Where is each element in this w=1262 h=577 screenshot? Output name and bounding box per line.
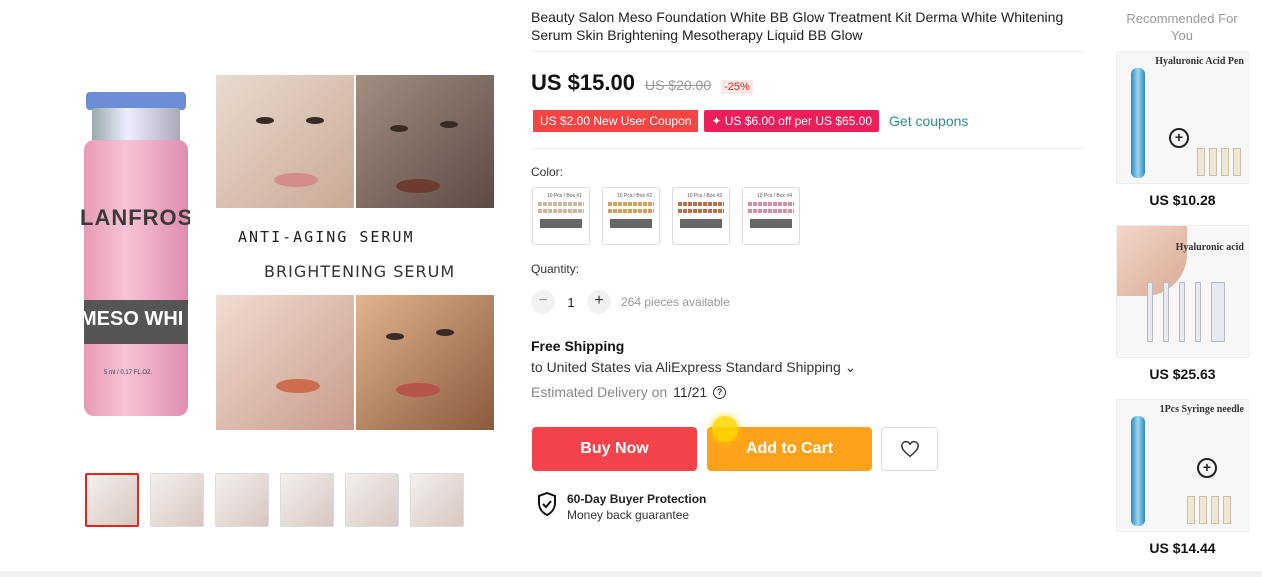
face-photo-1 [216, 75, 354, 208]
current-price: US $15.00 [531, 70, 635, 95]
shipping-title: Free Shipping [531, 338, 625, 354]
recommended-item-2-image: Hyaluronic acid [1116, 225, 1249, 358]
price-row: US $15.00 US $20.00 -25% [531, 70, 753, 96]
brightening-caption: BRIGHTENING SERUM [264, 262, 456, 281]
delivery-date: 11/21 [673, 384, 708, 400]
quantity-input[interactable] [555, 294, 587, 310]
color-option-3-label: 10 Pcs / Box #3 [686, 193, 722, 199]
color-option-2[interactable]: 10 Pcs / Box #2 [602, 187, 660, 245]
discount-badge: -25% [721, 80, 753, 94]
color-option-4[interactable]: 10 Pcs / Box #4 [742, 187, 800, 245]
thumbnail-2[interactable] [150, 473, 204, 527]
buy-now-button[interactable]: Buy Now [532, 427, 697, 471]
recommended-item-3-image-text: 1Pcs Syringe needle [1159, 404, 1244, 415]
quantity-decrease-button[interactable]: − [531, 290, 555, 314]
buyer-protection: 60-Day Buyer Protection Money back guara… [537, 492, 706, 522]
new-user-coupon[interactable]: US $2.00 New User Coupon [533, 110, 699, 132]
color-option-1[interactable]: 10 Pcs / Box #1 [532, 187, 590, 245]
title-divider [531, 51, 1083, 52]
vial-name-text: MESO WHI [80, 308, 184, 330]
color-option-1-label: 10 Pcs / Box #1 [546, 193, 582, 199]
thumbnail-4[interactable] [280, 473, 334, 527]
thumbnail-1[interactable] [85, 473, 139, 527]
vial-brand-text: LANFROS [80, 205, 190, 230]
heart-icon [900, 440, 919, 458]
thumbnail-5[interactable] [345, 473, 399, 527]
page-bottom-border [0, 571, 1262, 577]
main-product-image[interactable]: LANFROS MESO WHI 5 ml / 0.17 FL.OZ. ANTI… [80, 70, 500, 442]
face-photo-3 [216, 295, 354, 430]
delivery-label: Estimated Delivery on [531, 384, 668, 400]
thumbnail-3[interactable] [215, 473, 269, 527]
estimated-delivery: Estimated Delivery on 11/21 ? [531, 384, 727, 400]
color-swatches: 10 Pcs / Box #1 10 Pcs / Box #2 10 Pcs /… [532, 187, 800, 245]
coupon-row: US $2.00 New User Coupon ✦ US $6.00 off … [533, 110, 968, 132]
recommended-item-1-price: US $10.28 [1149, 192, 1216, 208]
cursor-highlight [712, 416, 738, 442]
recommended-item-1-image: Hyaluronic Acid Pen + [1116, 51, 1249, 184]
color-option-2-label: 10 Pcs / Box #2 [616, 193, 652, 199]
serum-vial-illustration: LANFROS MESO WHI 5 ml / 0.17 FL.OZ. [80, 90, 190, 420]
recommended-item-2-price: US $25.63 [1149, 366, 1216, 382]
help-icon[interactable]: ? [713, 385, 727, 399]
quantity-label: Quantity: [531, 262, 580, 276]
quantity-increase-button[interactable]: + [587, 290, 611, 314]
quantity-stepper: − + 264 pieces available [531, 290, 730, 314]
anti-aging-caption: ANTI-AGING SERUM [238, 228, 415, 246]
thumbnail-strip [85, 473, 464, 527]
face-photo-2 [356, 75, 494, 208]
thumbnail-6[interactable] [410, 473, 464, 527]
recommended-item-3[interactable]: 1Pcs Syringe needle + US $14.44 [1116, 399, 1249, 556]
face-photo-4 [356, 295, 494, 430]
shield-check-icon [538, 492, 556, 516]
shipping-method-dropdown[interactable]: to United States via AliExpress Standard… [531, 359, 856, 376]
wishlist-button[interactable] [881, 427, 938, 471]
recommended-item-1[interactable]: Hyaluronic Acid Pen + US $10.28 [1116, 51, 1249, 208]
color-option-4-label: 10 Pcs / Box #4 [756, 193, 792, 199]
recommended-item-2-image-text: Hyaluronic acid [1175, 242, 1244, 253]
coupon-divider [531, 148, 1083, 149]
store-coupon[interactable]: ✦ US $6.00 off per US $65.00 [704, 110, 880, 132]
recommended-item-2[interactable]: Hyaluronic acid US $25.63 [1116, 225, 1249, 382]
get-coupons-link[interactable]: Get coupons [889, 113, 968, 129]
protection-subtitle: Money back guarantee [567, 508, 690, 522]
recommended-item-1-image-text: Hyaluronic Acid Pen [1155, 56, 1244, 67]
protection-title: 60-Day Buyer Protection [567, 492, 707, 506]
color-option-3[interactable]: 10 Pcs / Box #3 [672, 187, 730, 245]
pieces-available: 264 pieces available [621, 295, 730, 309]
vial-volume-text: 5 ml / 0.17 FL.OZ. [104, 370, 153, 376]
recommended-title: Recommended For You [1126, 11, 1238, 43]
recommended-item-3-image: 1Pcs Syringe needle + [1116, 399, 1249, 532]
product-title: Beauty Salon Meso Foundation White BB Gl… [531, 9, 1064, 43]
original-price: US $20.00 [644, 77, 712, 93]
color-label: Color: [531, 165, 564, 179]
recommended-item-3-price: US $14.44 [1149, 540, 1216, 556]
